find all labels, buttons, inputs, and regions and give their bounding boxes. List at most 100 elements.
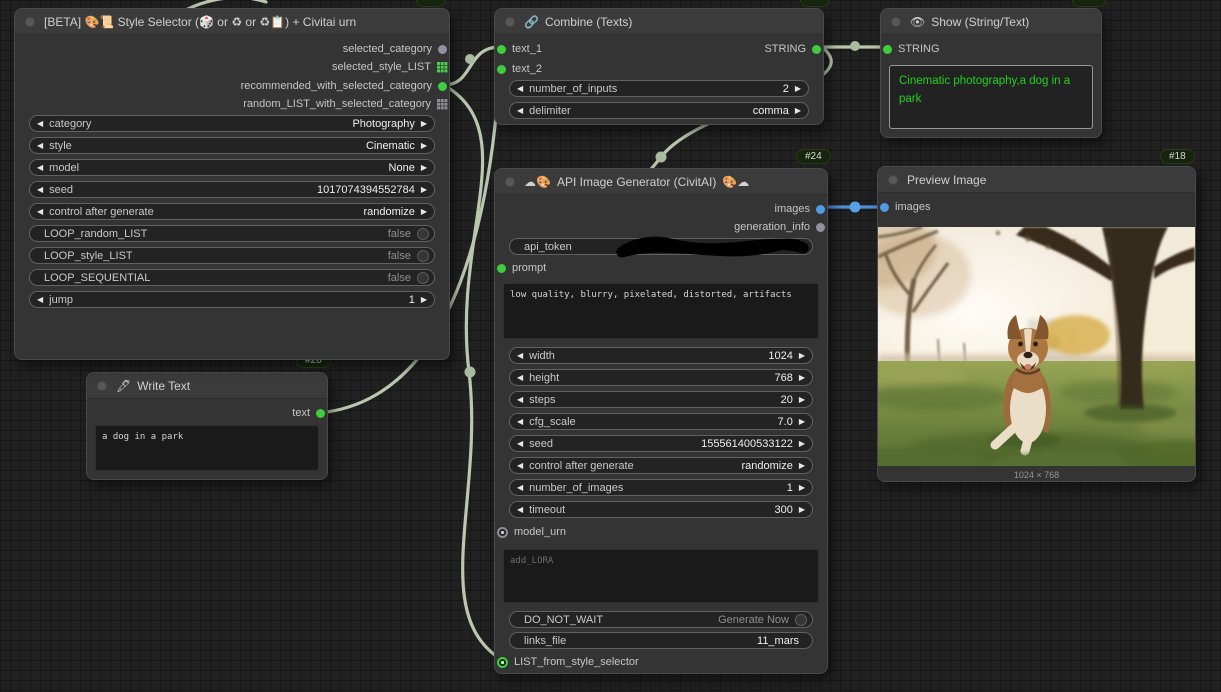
left-arrow-icon[interactable]: ◀ <box>37 142 43 150</box>
node-write-text[interactable]: 🖋 Write Text text a dog in a park <box>86 372 328 480</box>
left-arrow-icon[interactable]: ◀ <box>37 186 43 194</box>
widget-jump[interactable]: ◀ jump 1 ▶ <box>29 291 435 308</box>
input-images[interactable]: images <box>880 198 930 216</box>
widget-number-of-inputs[interactable]: ◀ number_of_inputs 2 ▶ <box>509 80 809 97</box>
left-arrow-icon[interactable]: ◀ <box>517 107 523 115</box>
node-header[interactable]: Preview Image <box>878 167 1195 193</box>
right-arrow-icon[interactable]: ▶ <box>799 418 805 426</box>
lora-textarea[interactable] <box>503 549 819 603</box>
widget-model[interactable]: ◀ model None ▶ <box>29 159 435 176</box>
output-random-list[interactable]: random_LIST_with_selected_category <box>243 95 447 113</box>
input-list-from-style-selector[interactable]: LIST_from_style_selector <box>497 653 639 671</box>
widget-loop-style-list[interactable]: LOOP_style_LIST false <box>29 247 435 264</box>
input-text1[interactable]: text_1 <box>497 40 542 58</box>
write-text-textarea[interactable]: a dog in a park <box>95 425 319 471</box>
widget-seed[interactable]: ◀ seed 1017074394552784 ▶ <box>29 181 435 198</box>
output-port-dot[interactable] <box>438 45 447 54</box>
widget-width[interactable]: ◀ width 1024 ▶ <box>509 347 813 364</box>
left-arrow-icon[interactable]: ◀ <box>517 352 523 360</box>
node-preview-image[interactable]: Preview Image images <box>877 166 1196 482</box>
output-port-grid-icon[interactable] <box>437 62 447 72</box>
node-header[interactable]: [BETA] 🎨📜 Style Selector (🎲 or ♻ or ♻📋) … <box>15 9 449 35</box>
output-port-dot[interactable] <box>816 223 825 232</box>
input-port-dot[interactable] <box>497 45 506 54</box>
left-arrow-icon[interactable]: ◀ <box>517 440 523 448</box>
widget-style[interactable]: ◀ style Cinematic ▶ <box>29 137 435 154</box>
right-arrow-icon[interactable]: ▶ <box>799 396 805 404</box>
right-arrow-icon[interactable]: ▶ <box>799 462 805 470</box>
input-text2[interactable]: text_2 <box>497 60 542 78</box>
output-port-dot[interactable] <box>316 409 325 418</box>
toggle-knob[interactable] <box>795 614 807 626</box>
widget-loop-random-list[interactable]: LOOP_random_LIST false <box>29 225 435 242</box>
widget-delimiter[interactable]: ◀ delimiter comma ▶ <box>509 102 809 119</box>
toggle-knob[interactable] <box>417 272 429 284</box>
widget-control-after-generate[interactable]: ◀ control after generate randomize ▶ <box>29 203 435 220</box>
right-arrow-icon[interactable]: ▶ <box>421 296 427 304</box>
widget-category[interactable]: ◀ category Photography ▶ <box>29 115 435 132</box>
node-header[interactable]: 👁 Show (String/Text) <box>881 9 1101 35</box>
input-model-urn[interactable]: model_urn <box>497 523 566 541</box>
output-string[interactable]: STRING <box>764 40 821 58</box>
right-arrow-icon[interactable]: ▶ <box>795 107 801 115</box>
node-api-image-generator[interactable]: ☁🎨 API Image Generator (CivitAI) 🎨☁ imag… <box>494 168 828 674</box>
left-arrow-icon[interactable]: ◀ <box>517 374 523 382</box>
collapse-dot-icon[interactable] <box>505 17 515 27</box>
widget-height[interactable]: ◀ height 768 ▶ <box>509 369 813 386</box>
collapse-dot-icon[interactable] <box>505 177 515 187</box>
right-arrow-icon[interactable]: ▶ <box>799 374 805 382</box>
right-arrow-icon[interactable]: ▶ <box>421 186 427 194</box>
input-port-ring-dot[interactable] <box>497 657 508 668</box>
widget-do-not-wait[interactable]: DO_NOT_WAIT Generate Now <box>509 611 813 628</box>
right-arrow-icon[interactable]: ▶ <box>421 164 427 172</box>
right-arrow-icon[interactable]: ▶ <box>799 484 805 492</box>
right-arrow-icon[interactable]: ▶ <box>799 352 805 360</box>
left-arrow-icon[interactable]: ◀ <box>517 396 523 404</box>
node-style-selector[interactable]: [BETA] 🎨📜 Style Selector (🎲 or ♻ or ♻📋) … <box>14 8 450 360</box>
node-combine-texts[interactable]: 🔗 Combine (Texts) text_1 text_2 STRING ◀… <box>494 8 824 125</box>
left-arrow-icon[interactable]: ◀ <box>517 462 523 470</box>
node-show-string[interactable]: 👁 Show (String/Text) STRING Cinematic ph… <box>880 8 1102 138</box>
left-arrow-icon[interactable]: ◀ <box>37 164 43 172</box>
input-port-dot[interactable] <box>497 65 506 74</box>
input-port-dot[interactable] <box>497 264 506 273</box>
output-selected-category[interactable]: selected_category <box>343 40 447 58</box>
widget-links-file[interactable]: links_file 11_mars <box>509 632 813 649</box>
right-arrow-icon[interactable]: ▶ <box>799 440 805 448</box>
input-port-ring-dot[interactable] <box>497 527 508 538</box>
right-arrow-icon[interactable]: ▶ <box>421 208 427 216</box>
widget-seed[interactable]: ◀ seed 155561400533122 ▶ <box>509 435 813 452</box>
output-port-dot[interactable] <box>816 205 825 214</box>
widget-loop-sequential[interactable]: LOOP_SEQUENTIAL false <box>29 269 435 286</box>
node-header[interactable]: 🔗 Combine (Texts) <box>495 9 823 35</box>
collapse-dot-icon[interactable] <box>97 381 107 391</box>
input-string[interactable]: STRING <box>883 40 940 58</box>
left-arrow-icon[interactable]: ◀ <box>517 484 523 492</box>
widget-number-of-images[interactable]: ◀ number_of_images 1 ▶ <box>509 479 813 496</box>
widget-api-token[interactable]: api_token <box>509 238 813 255</box>
collapse-dot-icon[interactable] <box>888 175 898 185</box>
toggle-knob[interactable] <box>417 250 429 262</box>
widget-timeout[interactable]: ◀ timeout 300 ▶ <box>509 501 813 518</box>
left-arrow-icon[interactable]: ◀ <box>517 506 523 514</box>
left-arrow-icon[interactable]: ◀ <box>37 208 43 216</box>
widget-steps[interactable]: ◀ steps 20 ▶ <box>509 391 813 408</box>
node-header[interactable]: 🖋 Write Text <box>87 373 327 399</box>
widget-control-after-generate[interactable]: ◀ control after generate randomize ▶ <box>509 457 813 474</box>
collapse-dot-icon[interactable] <box>891 17 901 27</box>
widget-cfg-scale[interactable]: ◀ cfg_scale 7.0 ▶ <box>509 413 813 430</box>
collapse-dot-icon[interactable] <box>25 17 35 27</box>
left-arrow-icon[interactable]: ◀ <box>517 418 523 426</box>
left-arrow-icon[interactable]: ◀ <box>37 296 43 304</box>
output-selected-style-list[interactable]: selected_style_LIST <box>332 58 447 76</box>
right-arrow-icon[interactable]: ▶ <box>421 120 427 128</box>
toggle-knob[interactable] <box>417 228 429 240</box>
left-arrow-icon[interactable]: ◀ <box>517 85 523 93</box>
input-port-dot[interactable] <box>880 203 889 212</box>
left-arrow-icon[interactable]: ◀ <box>37 120 43 128</box>
output-text[interactable]: text <box>292 404 325 422</box>
negative-prompt-textarea[interactable]: low quality, blurry, pixelated, distorte… <box>503 283 819 339</box>
show-text-output[interactable]: Cinematic photography,a dog in a park <box>889 65 1093 129</box>
input-port-dot[interactable] <box>883 45 892 54</box>
output-port-dot[interactable] <box>438 82 447 91</box>
